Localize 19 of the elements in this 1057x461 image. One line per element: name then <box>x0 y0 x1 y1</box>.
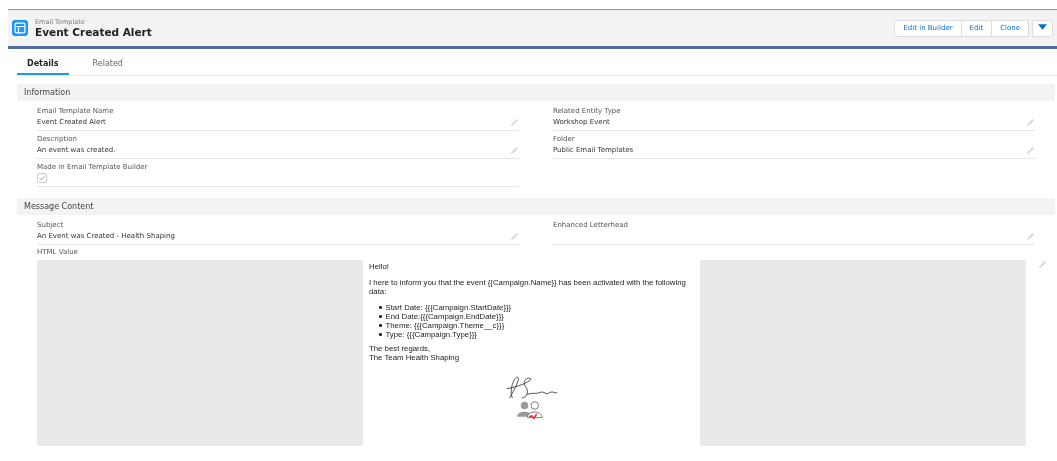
edit-icon[interactable] <box>510 231 519 241</box>
tab[interactable]: Related <box>82 53 133 75</box>
bullet-icon <box>379 306 382 309</box>
bullet-icon <box>379 333 382 336</box>
caret-icon <box>1038 24 1047 30</box>
bullet-icon <box>379 315 382 318</box>
edit-icon[interactable] <box>510 117 519 127</box>
template-icon <box>12 20 28 36</box>
record-title: Event Created Alert <box>35 26 153 38</box>
more-actions-button[interactable] <box>1032 19 1053 37</box>
edit-icon[interactable] <box>1026 231 1035 241</box>
tab[interactable]: Details <box>17 53 69 75</box>
bullet-icon <box>379 324 382 327</box>
edit-icon[interactable] <box>1038 260 1047 269</box>
edit-icon[interactable] <box>510 145 519 155</box>
section-header[interactable]: Information <box>17 84 1055 101</box>
section-header[interactable]: Message Content <box>17 198 1055 215</box>
edit-icon[interactable] <box>1026 145 1035 155</box>
edit-icon[interactable] <box>1026 117 1035 127</box>
